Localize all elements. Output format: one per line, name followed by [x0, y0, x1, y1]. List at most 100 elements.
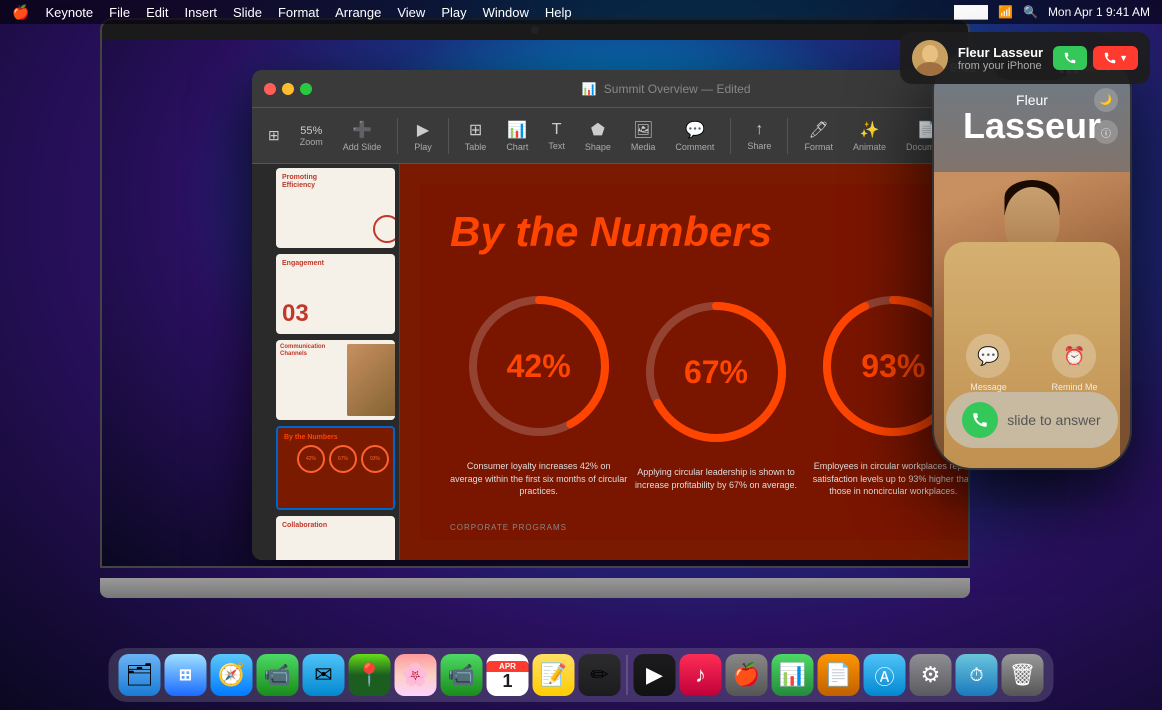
toolbar-zoom-control[interactable]: 55% Zoom — [292, 121, 331, 151]
slide-to-answer[interactable]: slide to answer — [946, 392, 1118, 448]
dock-facetime2[interactable]: 📹 — [441, 654, 483, 696]
info-icon[interactable]: ⓘ — [1094, 120, 1118, 144]
moon-icon: 🌙 — [1094, 88, 1118, 112]
menu-edit[interactable]: Edit — [146, 5, 168, 20]
dock-tv[interactable]: ▶ — [634, 654, 676, 696]
menu-format[interactable]: Format — [278, 5, 319, 20]
toolbar-shape[interactable]: ⬟ Shape — [577, 116, 619, 156]
call-quick-actions: 💬 Message ⏰ Remind Me — [946, 334, 1118, 392]
dock-calendar[interactable]: APR 1 — [487, 654, 529, 696]
keynote-window: 📊 Summit Overview — Edited ⊞ 55% Zoom — [252, 70, 968, 560]
caller-name: Fleur Lasseur — [958, 45, 1043, 60]
menu-file[interactable]: File — [109, 5, 130, 20]
ring-67-label: 67% — [636, 292, 796, 452]
dock-finder[interactable]: 🗂 — [119, 654, 161, 696]
slide-thumb-9[interactable]: Collaboration 04 — [276, 516, 395, 560]
slide-thumb-7[interactable]: CommunicationChannels — [276, 340, 395, 420]
camera — [531, 26, 539, 34]
toolbar-comment[interactable]: 💬 Comment — [667, 116, 722, 156]
toolbar-animate[interactable]: ✨ Animate — [845, 116, 894, 156]
menu-help[interactable]: Help — [545, 5, 572, 20]
caller-avatar — [912, 40, 948, 76]
answer-phone-icon[interactable] — [962, 402, 998, 438]
circles-area: 42% Consumer loyalty increases 42% on av… — [420, 266, 968, 518]
slide-thumb-5[interactable]: PromotingEfficiency — [276, 168, 395, 248]
battery-icon: ████ — [954, 5, 988, 19]
message-label: Message — [970, 382, 1007, 392]
dock-appstore[interactable]: Ⓐ — [864, 654, 906, 696]
toolbar-text[interactable]: T Text — [540, 117, 573, 155]
dock-facetime[interactable]: 📹 — [257, 654, 299, 696]
iphone-top-icons: 🌙 ⓘ — [1094, 88, 1118, 144]
toolbar-play[interactable]: ▶ Play — [406, 116, 440, 156]
menu-slide[interactable]: Slide — [233, 5, 262, 20]
ring-42: 42% — [459, 286, 619, 446]
wifi-icon: 📶 — [998, 5, 1013, 19]
dock-notes[interactable]: 📝 — [533, 654, 575, 696]
dock-pages[interactable]: 📄 — [818, 654, 860, 696]
dock-freeform[interactable]: ✏ — [579, 654, 621, 696]
menu-view[interactable]: View — [397, 5, 425, 20]
slide-8-container[interactable]: 8 By the Numbers 42% 67% 93% — [256, 426, 395, 513]
slide-9-container[interactable]: 9 Collaboration 04 — [256, 516, 395, 560]
file-icon: 📊 — [581, 82, 596, 96]
iphone-screen: 9:41 ▌▌▌ 📶 🔋 🌙 ⓘ Fleur Lasseur — [934, 52, 1130, 468]
toolbar-add-slide[interactable]: ➕ Add Slide — [335, 116, 390, 156]
keynote-canvas[interactable]: By the Numbers 42% — [400, 164, 968, 560]
menu-insert[interactable]: Insert — [185, 5, 218, 20]
slide-5-container[interactable]: 5 PromotingEfficiency — [256, 168, 395, 251]
slide-panel[interactable]: 5 PromotingEfficiency 6 — [252, 164, 400, 560]
close-button[interactable] — [264, 83, 276, 95]
toolbar-view[interactable]: ⊞ — [260, 123, 288, 148]
toolbar-media[interactable]: 🖼 Media — [623, 116, 664, 156]
caller-info: Fleur Lasseur from your iPhone — [958, 45, 1043, 72]
dock-mail[interactable]: ✉ — [303, 654, 345, 696]
slide-5-preview: PromotingEfficiency — [276, 168, 395, 248]
iphone[interactable]: 9:41 ▌▌▌ 📶 🔋 🌙 ⓘ Fleur Lasseur — [932, 50, 1132, 470]
message-option[interactable]: 💬 Message — [966, 334, 1010, 392]
toolbar-table[interactable]: ⊞ Table — [457, 116, 495, 156]
slide-to-answer-label: slide to answer — [1006, 412, 1102, 428]
toolbar-share[interactable]: ↑ Share — [739, 117, 779, 155]
dock-safari[interactable]: 🧭 — [211, 654, 253, 696]
slide-thumb-8[interactable]: By the Numbers 42% 67% 93% — [276, 426, 395, 510]
toolbar-format[interactable]: 🖊 Format — [796, 116, 841, 156]
call-controls: 💬 Message ⏰ Remind Me slide to answer — [934, 326, 1130, 448]
dock-settings[interactable]: ⚙ — [910, 654, 952, 696]
keynote-toolbar: ⊞ 55% Zoom ➕ Add Slide ▶ Play — [252, 108, 968, 164]
dock-screentime[interactable]: ⏱ — [956, 654, 998, 696]
menu-window[interactable]: Window — [483, 5, 529, 20]
slide-7-preview: CommunicationChannels — [276, 340, 395, 420]
phone-notification[interactable]: Fleur Lasseur from your iPhone ▼ — [900, 32, 1150, 84]
circle-item-42: 42% Consumer loyalty increases 42% on av… — [450, 286, 627, 498]
dock-apple-logo[interactable]: 🍎 — [726, 654, 768, 696]
menubar: 🍎 Keynote File Edit Insert Slide Format … — [0, 0, 1162, 24]
remind-icon[interactable]: ⏰ — [1052, 334, 1096, 378]
message-icon[interactable]: 💬 — [966, 334, 1010, 378]
ring-42-label: 42% — [459, 286, 619, 446]
traffic-lights — [264, 83, 312, 95]
fullscreen-button[interactable] — [300, 83, 312, 95]
toolbar-chart[interactable]: 📊 Chart — [498, 116, 536, 156]
dock-launchpad[interactable]: ⊞ — [165, 654, 207, 696]
dock-trash[interactable]: 🗑 — [1002, 654, 1044, 696]
accept-call-button[interactable] — [1053, 46, 1087, 70]
keynote-main: 5 PromotingEfficiency 6 — [252, 164, 968, 560]
app-name[interactable]: Keynote — [45, 5, 93, 20]
dock-photos[interactable]: 🌸 — [395, 654, 437, 696]
slide-6-container[interactable]: 6 Engagement 03 — [256, 254, 395, 337]
menu-arrange[interactable]: Arrange — [335, 5, 381, 20]
slide-thumb-6[interactable]: Engagement 03 — [276, 254, 395, 334]
decline-call-button[interactable]: ▼ — [1093, 46, 1138, 70]
dock-music[interactable]: ♪ — [680, 654, 722, 696]
dock-maps[interactable]: 📍 — [349, 654, 391, 696]
minimize-button[interactable] — [282, 83, 294, 95]
dock-separator — [627, 655, 628, 695]
slide-8-preview: By the Numbers 42% 67% 93% — [278, 428, 395, 508]
dock-numbers[interactable]: 📊 — [772, 654, 814, 696]
remind-option[interactable]: ⏰ Remind Me — [1051, 334, 1097, 392]
slide-7-container[interactable]: 7 CommunicationChannels — [256, 340, 395, 423]
search-icon[interactable]: 🔍 — [1023, 5, 1038, 19]
apple-menu-icon[interactable]: 🍎 — [12, 4, 29, 21]
menu-play[interactable]: Play — [441, 5, 466, 20]
